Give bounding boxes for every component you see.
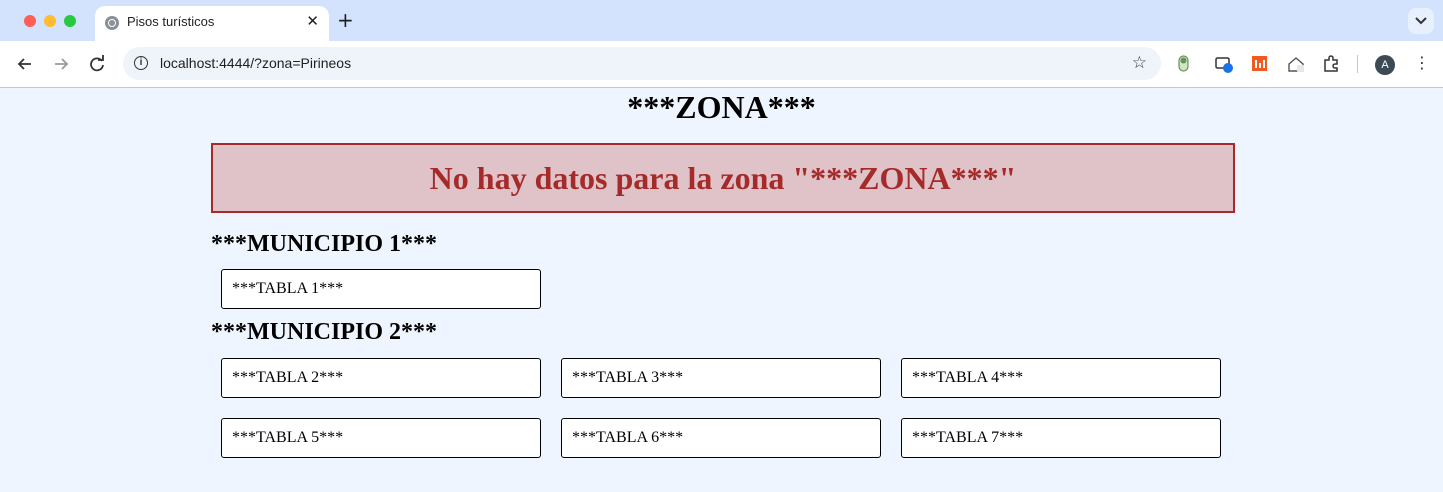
tabla-card[interactable]: ***TABLA 1*** xyxy=(221,269,541,309)
tab-search-button[interactable] xyxy=(1408,8,1434,34)
profile-avatar[interactable]: A xyxy=(1375,55,1395,75)
extension-cast-icon[interactable] xyxy=(1215,55,1233,73)
extensions-puzzle-icon[interactable] xyxy=(1322,55,1340,73)
close-window-button[interactable] xyxy=(24,15,36,27)
browser-toolbar: i localhost:4444/?zona=Pirineos ☆ A ⋮ xyxy=(0,41,1443,88)
bookmark-star-icon[interactable]: ☆ xyxy=(1132,53,1147,73)
tabla-card[interactable]: ***TABLA 6*** xyxy=(561,418,881,458)
tabla-card[interactable]: ***TABLA 7*** xyxy=(901,418,1221,458)
extension-home-icon[interactable] xyxy=(1287,55,1305,73)
tabla-card[interactable]: ***TABLA 5*** xyxy=(221,418,541,458)
reload-button[interactable] xyxy=(86,53,108,75)
zona-title: ***ZONA*** xyxy=(627,89,816,125)
extension-orange-icon[interactable] xyxy=(1251,55,1269,73)
municipio-heading: ***MUNICIPIO 1*** xyxy=(211,231,437,257)
site-info-icon[interactable]: i xyxy=(134,56,148,70)
globe-icon xyxy=(105,16,119,30)
page-content: ***ZONA*** No hay datos para la zona "**… xyxy=(0,88,1443,492)
browser-menu-icon[interactable]: ⋮ xyxy=(1414,53,1430,73)
municipio-heading: ***MUNICIPIO 2*** xyxy=(211,319,437,345)
new-tab-button[interactable]: + xyxy=(337,8,354,32)
url-text[interactable]: localhost:4444/?zona=Pirineos xyxy=(160,55,351,71)
tab-title: Pisos turísticos xyxy=(127,14,215,29)
extension-js-toggle-icon[interactable] xyxy=(1176,55,1194,73)
maximize-window-button[interactable] xyxy=(64,15,76,27)
browser-tab[interactable]: Pisos turísticos ✕ xyxy=(95,6,329,41)
toolbar-divider xyxy=(1357,55,1358,73)
chevron-down-icon xyxy=(1415,17,1427,25)
tabla-card[interactable]: ***TABLA 3*** xyxy=(561,358,881,398)
close-tab-button[interactable]: ✕ xyxy=(306,12,319,30)
error-message: No hay datos para la zona "***ZONA***" xyxy=(211,143,1235,213)
tabla-card[interactable]: ***TABLA 2*** xyxy=(221,358,541,398)
back-button[interactable] xyxy=(14,53,36,75)
tabla-card[interactable]: ***TABLA 4*** xyxy=(901,358,1221,398)
tab-strip: Pisos turísticos ✕ + xyxy=(0,0,1443,41)
address-bar[interactable]: i localhost:4444/?zona=Pirineos ☆ xyxy=(123,47,1161,80)
minimize-window-button[interactable] xyxy=(44,15,56,27)
forward-button[interactable] xyxy=(50,53,72,75)
